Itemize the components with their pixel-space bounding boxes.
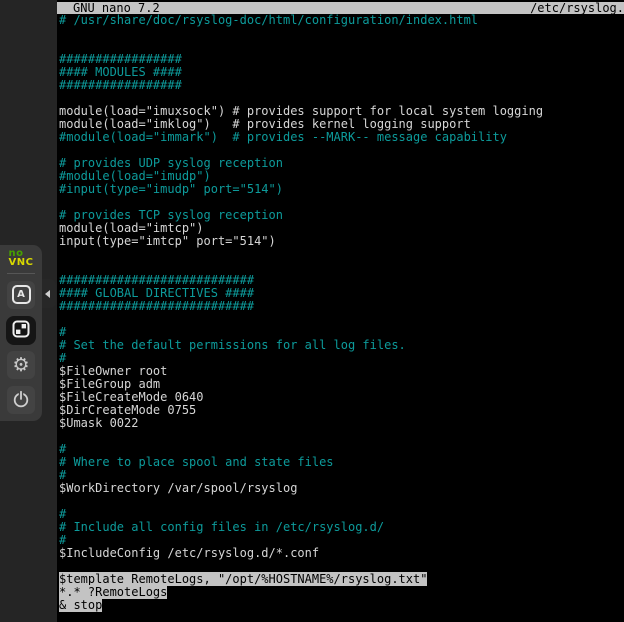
terminal-screen[interactable]: GNU nano 7.2 /etc/rsyslog. # /usr/share/… <box>57 0 624 622</box>
code-line: $DirCreateMode 0755 <box>57 404 624 417</box>
code-line: $WorkDirectory /var/spool/rsyslog <box>57 482 624 495</box>
code-line: # Set the default permissions for all lo… <box>57 339 624 352</box>
code-line <box>57 430 624 443</box>
code-line: # /usr/share/doc/rsyslog-doc/html/config… <box>57 14 624 27</box>
novnc-logo: no VNC <box>9 249 34 267</box>
code-line <box>57 313 624 326</box>
disconnect-button[interactable] <box>7 386 35 414</box>
vnc-viewport: no VNC A ⚙ <box>0 0 624 622</box>
fullscreen-button[interactable] <box>6 316 36 346</box>
code-line: # Where to place spool and state files <box>57 456 624 469</box>
panel-divider <box>7 273 35 274</box>
code-line: # Include all config files in /etc/rsysl… <box>57 521 624 534</box>
novnc-logo-bottom: VNC <box>9 258 34 267</box>
fullscreen-icon <box>11 319 31 342</box>
control-bar-handle[interactable] <box>41 279 56 308</box>
code-line: #module(load="immark") # provides --MARK… <box>57 131 624 144</box>
code-line: input(type="imtcp" port="514") <box>57 235 624 248</box>
nano-titlebar: GNU nano 7.2 /etc/rsyslog. <box>57 2 624 14</box>
nano-version: GNU nano 7.2 <box>73 2 160 14</box>
code-line: ################# <box>57 79 624 92</box>
code-line: *.* ?RemoteLogs <box>57 586 624 599</box>
code-line: $Umask 0022 <box>57 417 624 430</box>
code-line: & stop <box>57 599 624 612</box>
code-line <box>57 248 624 261</box>
novnc-control-bar: no VNC A ⚙ <box>0 245 42 421</box>
code-line <box>57 495 624 508</box>
gear-icon: ⚙ <box>12 356 29 375</box>
code-line: ########################### <box>57 300 624 313</box>
chevron-left-icon <box>45 290 50 298</box>
file-content: # /usr/share/doc/rsyslog-doc/html/config… <box>57 14 624 612</box>
code-line <box>57 27 624 40</box>
extra-keys-button[interactable]: A <box>7 281 35 309</box>
code-line: $IncludeConfig /etc/rsyslog.d/*.conf <box>57 547 624 560</box>
nano-filename: /etc/rsyslog. <box>530 2 624 14</box>
keyboard-a-icon: A <box>12 285 31 304</box>
power-icon <box>11 389 31 412</box>
settings-button[interactable]: ⚙ <box>7 351 35 379</box>
code-line: #input(type="imudp" port="514") <box>57 183 624 196</box>
